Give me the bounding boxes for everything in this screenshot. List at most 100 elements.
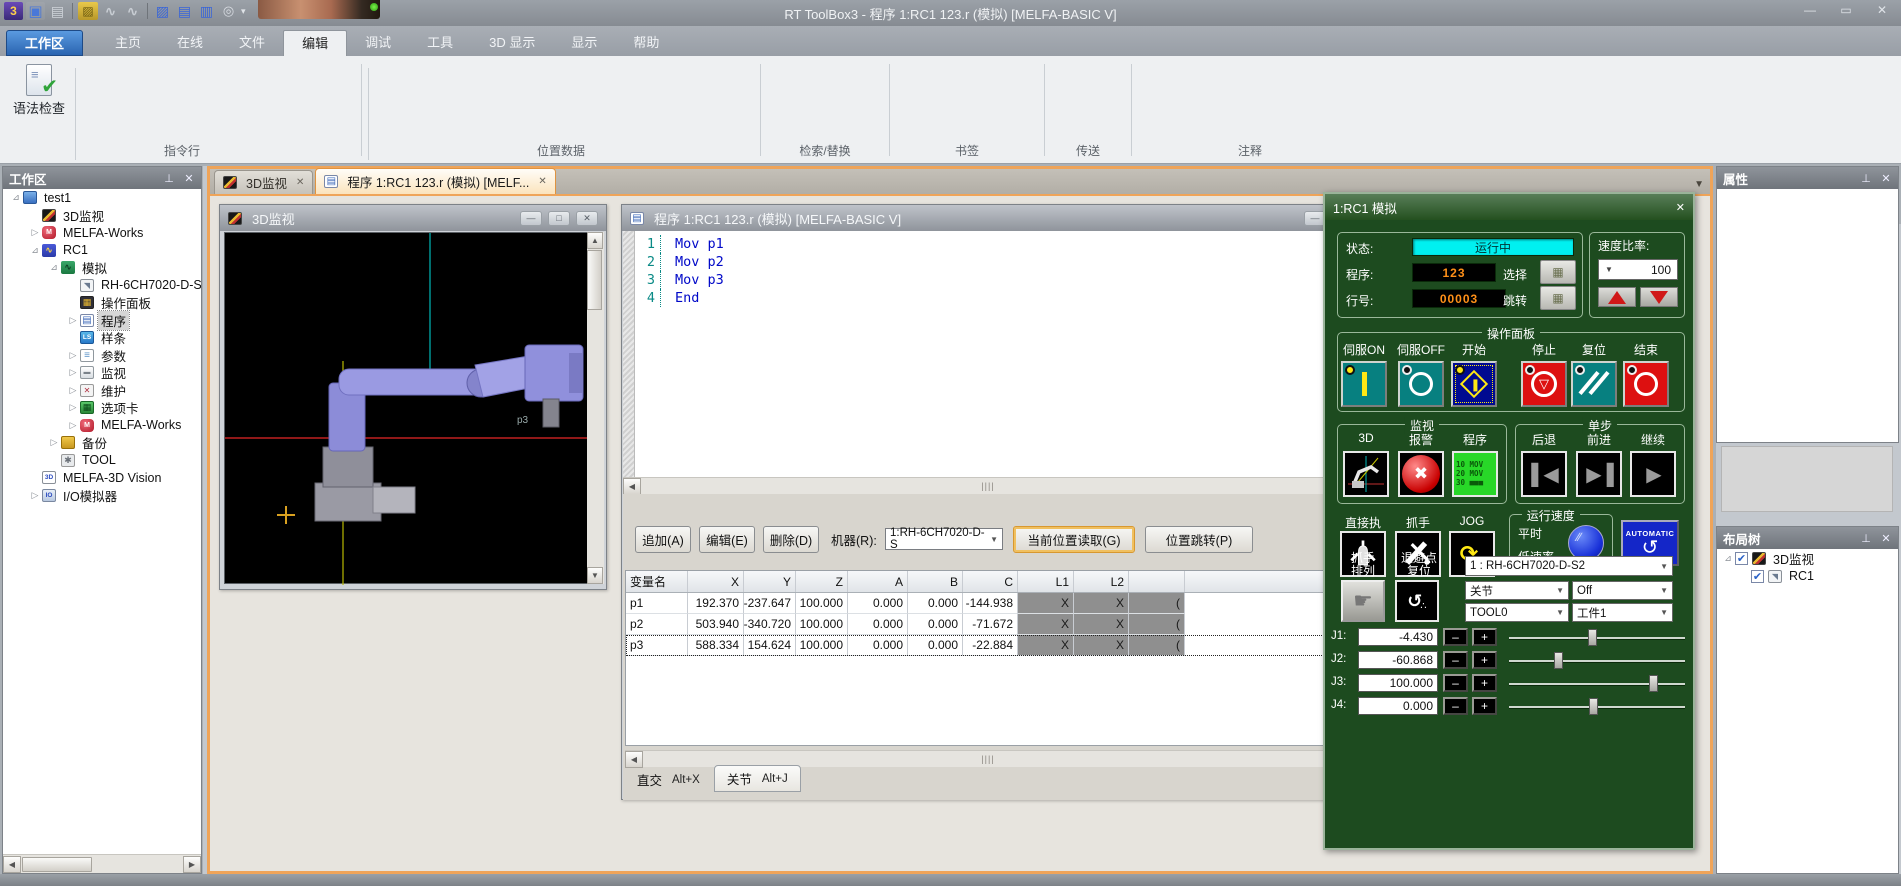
column-header[interactable]: L2 bbox=[1074, 571, 1129, 592]
jog-plus-button[interactable]: + bbox=[1472, 651, 1497, 669]
tree-item[interactable]: MELFA-3D Vision bbox=[3, 469, 201, 487]
jog-minus-button[interactable]: – bbox=[1443, 674, 1468, 692]
ribbon-tab-4[interactable]: 文件 bbox=[221, 30, 283, 56]
jog-minus-button[interactable]: – bbox=[1443, 628, 1468, 646]
jog-value-field[interactable]: -60.868 bbox=[1358, 651, 1438, 669]
tool-combobox[interactable]: TOOL0▼ bbox=[1465, 603, 1569, 622]
monprog-button[interactable]: 10 MOV20 MOV30 ■■■ bbox=[1452, 451, 1498, 497]
table-row[interactable]: p1192.370-237.647100.0000.0000.000-144.9… bbox=[626, 593, 1332, 614]
tree-expander-icon[interactable]: ▷ bbox=[66, 385, 80, 396]
maximize-button[interactable]: □ bbox=[548, 211, 570, 226]
jog-minus-button[interactable]: – bbox=[1443, 651, 1468, 669]
slider-thumb[interactable] bbox=[1589, 698, 1598, 715]
position-table[interactable]: 变量名XYZABCL1L2p1192.370-237.647100.0000.0… bbox=[625, 570, 1333, 746]
close-icon[interactable]: ✕ bbox=[538, 176, 546, 187]
table-row[interactable]: p2503.940-340.720100.0000.0000.000-71.67… bbox=[626, 614, 1332, 635]
close-button[interactable]: ✕ bbox=[1871, 3, 1893, 17]
tree-item[interactable]: ▷维护 bbox=[3, 382, 201, 400]
checkbox-checked[interactable] bbox=[1751, 570, 1764, 583]
code-line[interactable]: 4End bbox=[635, 289, 1335, 307]
scroll-left-icon[interactable]: ◀ bbox=[623, 478, 641, 495]
coordinate-tab-1[interactable]: 直交Alt+X bbox=[625, 767, 712, 792]
jog-plus-button[interactable]: + bbox=[1472, 674, 1497, 692]
robot-combobox[interactable]: 1:RH-6CH7020-D-S▼ bbox=[885, 528, 1003, 550]
column-header[interactable]: C bbox=[963, 571, 1018, 592]
tree-item[interactable]: ▷MELFA-Works bbox=[3, 224, 201, 242]
column-header[interactable]: X bbox=[688, 571, 744, 592]
jog-slider[interactable] bbox=[1509, 697, 1685, 717]
tree-item[interactable]: ▷选项卡 bbox=[3, 399, 201, 417]
end-button[interactable] bbox=[1623, 361, 1669, 407]
slider-thumb[interactable] bbox=[1588, 629, 1597, 646]
ribbon-tab-8[interactable]: 3D 显示 bbox=[471, 30, 553, 56]
workpiece-combobox[interactable]: 工件1▼ bbox=[1572, 603, 1673, 622]
robot-select-combobox[interactable]: 1 : RH-6CH7020-D-S2▼ bbox=[1465, 556, 1673, 576]
tree-expander-icon[interactable]: ⊿ bbox=[47, 262, 61, 273]
speed-down-button[interactable] bbox=[1640, 287, 1678, 307]
tree-expander-icon[interactable]: ▷ bbox=[28, 227, 42, 238]
speed-ratio-combobox[interactable]: ▼ 100 bbox=[1598, 259, 1678, 280]
syntax-check-button[interactable]: 语法检查 bbox=[6, 62, 72, 117]
append-button[interactable]: 追加(A) bbox=[635, 526, 691, 553]
tree-expander-icon[interactable]: ▷ bbox=[66, 350, 80, 361]
scrollbar-thumb[interactable] bbox=[587, 250, 602, 310]
program-select-button[interactable] bbox=[1540, 260, 1576, 284]
ribbon-tab-2[interactable]: 主页 bbox=[97, 30, 159, 56]
ribbon-tab-10[interactable]: 帮助 bbox=[615, 30, 677, 56]
editor-hscrollbar[interactable]: ◀ |||| bbox=[623, 477, 1335, 494]
hand-array-button[interactable]: ☛ bbox=[1341, 580, 1385, 622]
close-button[interactable]: ✕ bbox=[576, 211, 598, 226]
code-editor[interactable]: 1Mov p12Mov p23Mov p34End bbox=[623, 231, 1335, 477]
ribbon-tab-5[interactable]: 编辑 bbox=[283, 30, 347, 56]
code-line[interactable]: 1Mov p1 bbox=[635, 235, 1335, 253]
layout-tree-item[interactable]: ⊿3D监视 bbox=[1717, 549, 1898, 567]
code-line[interactable]: 3Mov p3 bbox=[635, 271, 1335, 289]
reset-button[interactable] bbox=[1571, 361, 1617, 407]
speed-up-button[interactable] bbox=[1598, 287, 1636, 307]
jog-slider[interactable] bbox=[1509, 651, 1685, 671]
ribbon-tab-3[interactable]: 在线 bbox=[159, 30, 221, 56]
pin-icon[interactable]: ⊥ bbox=[1860, 172, 1872, 185]
close-icon[interactable]: ✕ bbox=[296, 177, 304, 188]
ribbon-tab-9[interactable]: 显示 bbox=[553, 30, 615, 56]
3d-viewport[interactable]: p3 bbox=[224, 232, 588, 584]
jog-plus-button[interactable]: + bbox=[1472, 628, 1497, 646]
column-header[interactable]: L1 bbox=[1018, 571, 1074, 592]
mon3d-button[interactable] bbox=[1343, 451, 1389, 497]
close-icon[interactable]: ✕ bbox=[1676, 201, 1685, 214]
line-jump-button[interactable] bbox=[1540, 286, 1576, 310]
jog-slider[interactable] bbox=[1509, 628, 1685, 648]
close-icon[interactable]: ✕ bbox=[1880, 172, 1892, 185]
tree-expander-icon[interactable]: ⊿ bbox=[9, 192, 23, 203]
stop-button[interactable] bbox=[1521, 361, 1567, 407]
jog-slider[interactable] bbox=[1509, 674, 1685, 694]
pin-icon[interactable]: ⊥ bbox=[163, 172, 175, 185]
jog-value-field[interactable]: 100.000 bbox=[1358, 674, 1438, 692]
tree-expander-icon[interactable]: ▷ bbox=[66, 402, 80, 413]
jog-mode-combobox[interactable]: 关节▼ bbox=[1465, 581, 1569, 600]
tree-item[interactable]: ▷程序 bbox=[3, 312, 201, 330]
close-icon[interactable]: ✕ bbox=[1880, 532, 1892, 545]
column-header[interactable]: Y bbox=[744, 571, 796, 592]
coordinate-tab-2[interactable]: 关节Alt+J bbox=[714, 765, 801, 792]
workspace-hscrollbar[interactable]: ◀ ▶ bbox=[3, 854, 201, 873]
back-button[interactable]: ▌◀ bbox=[1521, 451, 1567, 497]
jog-value-field[interactable]: -4.430 bbox=[1358, 628, 1438, 646]
scroll-up-icon[interactable]: ▲ bbox=[587, 232, 603, 249]
tree-expander-icon[interactable]: ▷ bbox=[66, 420, 80, 431]
minimize-button[interactable]: — bbox=[1799, 3, 1821, 17]
table-row[interactable]: p3588.334154.624100.0000.0000.000-22.884… bbox=[626, 635, 1332, 656]
servo-off-button[interactable] bbox=[1398, 361, 1444, 407]
column-header[interactable]: 变量名 bbox=[626, 571, 688, 592]
pin-icon[interactable]: ⊥ bbox=[1860, 532, 1872, 545]
servo-on-button[interactable] bbox=[1341, 361, 1387, 407]
tree-expander-icon[interactable]: ▷ bbox=[66, 367, 80, 378]
tree-item[interactable]: ▷参数 bbox=[3, 347, 201, 365]
tree-item[interactable]: 样条 bbox=[3, 329, 201, 347]
checkbox-checked[interactable] bbox=[1735, 552, 1748, 565]
ribbon-tab-6[interactable]: 调试 bbox=[347, 30, 409, 56]
position-jump-button[interactable]: 位置跳转(P) bbox=[1145, 526, 1253, 553]
tree-item[interactable]: ▷监视 bbox=[3, 364, 201, 382]
ribbon-tab-1[interactable]: 工作区 bbox=[6, 30, 83, 56]
jog-plus-button[interactable]: + bbox=[1472, 697, 1497, 715]
